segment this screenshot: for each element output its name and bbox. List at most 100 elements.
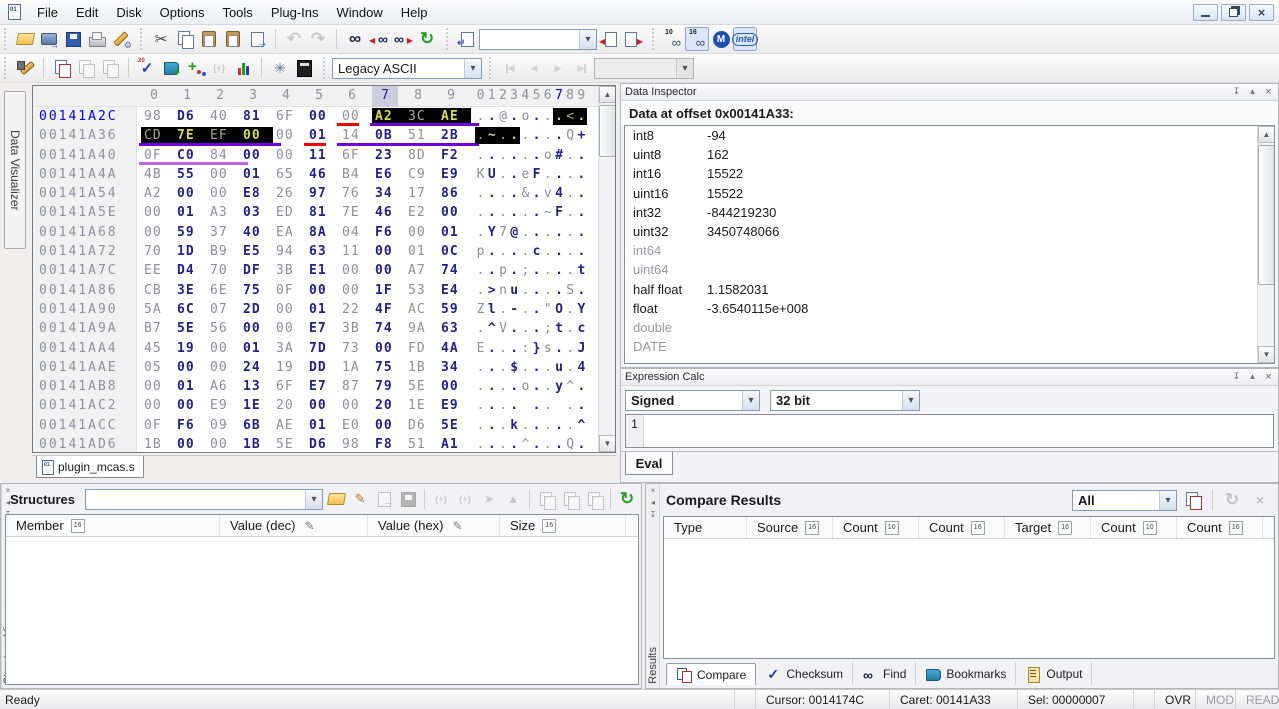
hex-byte[interactable]: 00 bbox=[141, 397, 174, 414]
ascii-char[interactable]: Y bbox=[486, 224, 497, 241]
hex-byte[interactable]: 26 bbox=[273, 185, 306, 202]
hex-byte[interactable]: 00 bbox=[306, 397, 339, 414]
goto-previous-icon[interactable] bbox=[597, 27, 621, 51]
print-icon[interactable] bbox=[85, 27, 109, 51]
ascii-char[interactable]: . bbox=[565, 320, 576, 337]
calculator-icon[interactable] bbox=[292, 56, 316, 80]
ascii-char[interactable]: . bbox=[486, 185, 497, 202]
hex-byte[interactable]: A6 bbox=[207, 378, 240, 395]
hex-byte[interactable]: 63 bbox=[438, 320, 471, 337]
ascii-char[interactable]: . bbox=[520, 359, 531, 376]
ascii-char[interactable]: . bbox=[475, 282, 486, 299]
ascii-char[interactable]: . bbox=[565, 340, 576, 357]
compare-next-icon[interactable] bbox=[98, 56, 122, 80]
motorola-byte-order-icon[interactable] bbox=[709, 27, 733, 51]
hex-byte[interactable]: 76 bbox=[339, 185, 372, 202]
ascii-char[interactable]: . bbox=[520, 282, 531, 299]
ascii-char[interactable]: . bbox=[576, 436, 587, 453]
add-structure-icon[interactable] bbox=[183, 56, 207, 80]
hex-byte[interactable]: 00 bbox=[207, 185, 240, 202]
ascii-char[interactable]: . bbox=[531, 359, 542, 376]
hex-byte[interactable]: 4B bbox=[141, 166, 174, 183]
hex-byte[interactable]: 19 bbox=[174, 340, 207, 357]
hex-byte[interactable]: AC bbox=[405, 301, 438, 318]
hex-byte[interactable]: 6F bbox=[273, 108, 306, 125]
ascii-char[interactable]: e bbox=[520, 166, 531, 183]
hex-byte[interactable]: E7 bbox=[306, 378, 339, 395]
hex-byte[interactable]: E8 bbox=[240, 185, 273, 202]
copy-member-icon[interactable] bbox=[535, 488, 557, 510]
inspector-scrollbar[interactable]: ▲ ▼ bbox=[1257, 126, 1274, 363]
ascii-char[interactable]: # bbox=[553, 147, 564, 164]
scroll-down-icon[interactable]: ▼ bbox=[1258, 346, 1275, 363]
hex-byte[interactable]: 74 bbox=[438, 262, 471, 279]
ascii-char[interactable]: Z bbox=[475, 301, 486, 318]
ascii-char[interactable]: . bbox=[576, 108, 587, 125]
ascii-char[interactable]: t bbox=[553, 320, 564, 337]
ascii-char[interactable]: . bbox=[542, 108, 553, 125]
expression-input[interactable]: 1 bbox=[625, 414, 1274, 448]
hex-byte[interactable]: 00 bbox=[240, 320, 273, 337]
hex-byte[interactable]: 23 bbox=[372, 147, 405, 164]
compare-files-icon[interactable] bbox=[50, 56, 74, 80]
hex-byte[interactable]: 70 bbox=[141, 243, 174, 260]
hex-byte[interactable]: 01 bbox=[240, 340, 273, 357]
hex-vertical-scrollbar[interactable]: ▲ ▼ bbox=[598, 86, 615, 452]
column-header-value-hex-[interactable]: Value (hex)✎ bbox=[368, 515, 500, 536]
close-icon[interactable] bbox=[1263, 371, 1274, 383]
hex-byte[interactable]: 1B bbox=[141, 436, 174, 453]
hex-byte[interactable]: E9 bbox=[438, 166, 471, 183]
hex-byte[interactable]: 51 bbox=[405, 436, 438, 453]
hex-byte[interactable]: 3A bbox=[273, 340, 306, 357]
ascii-char[interactable]: O bbox=[553, 301, 564, 318]
ascii-char[interactable]: J bbox=[576, 340, 587, 357]
column-header-size[interactable]: Size16 bbox=[500, 515, 626, 536]
ascii-char[interactable]: t bbox=[576, 262, 587, 279]
ascii-char[interactable]: . bbox=[531, 224, 542, 241]
ascii-char[interactable]: . bbox=[553, 243, 564, 260]
chevron-down-icon[interactable] bbox=[305, 490, 322, 509]
pin-icon[interactable] bbox=[1231, 86, 1242, 98]
ascii-char[interactable]: . bbox=[497, 147, 508, 164]
ascii-char[interactable]: . bbox=[520, 243, 531, 260]
compare-prev-icon[interactable] bbox=[74, 56, 98, 80]
chevron-down-icon[interactable] bbox=[902, 391, 919, 410]
hex-byte[interactable]: 87 bbox=[339, 378, 372, 395]
ascii-char[interactable]: . bbox=[520, 320, 531, 337]
hex-byte[interactable]: 05 bbox=[141, 359, 174, 376]
hex-byte[interactable]: 01 bbox=[438, 224, 471, 241]
ascii-char[interactable]: . bbox=[497, 185, 508, 202]
ascii-char[interactable]: . bbox=[531, 262, 542, 279]
ascii-char[interactable]: u bbox=[509, 282, 520, 299]
ascii-char[interactable]: . bbox=[509, 320, 520, 337]
results-tab-output[interactable]: Output bbox=[1016, 663, 1092, 685]
ascii-char[interactable]: . bbox=[497, 417, 508, 434]
ascii-char[interactable]: K bbox=[475, 166, 486, 183]
paste-icon[interactable] bbox=[197, 27, 221, 51]
hex-byte[interactable]: F6 bbox=[372, 224, 405, 241]
results-tab-bookmarks[interactable]: Bookmarks bbox=[916, 663, 1016, 685]
hex-byte[interactable]: D6 bbox=[405, 417, 438, 434]
ascii-char[interactable]: . bbox=[553, 108, 564, 125]
ascii-char[interactable]: s bbox=[542, 340, 553, 357]
ascii-char[interactable]: . bbox=[509, 166, 520, 183]
ascii-char[interactable]: . bbox=[497, 127, 508, 144]
hex-byte[interactable]: 98 bbox=[141, 108, 174, 125]
hex-byte[interactable]: EA bbox=[273, 224, 306, 241]
hex-byte[interactable]: 81 bbox=[240, 108, 273, 125]
ascii-char[interactable]: & bbox=[520, 185, 531, 202]
undo-icon[interactable] bbox=[282, 27, 306, 51]
ascii-char[interactable]: - bbox=[509, 301, 520, 318]
hex-byte[interactable]: A3 bbox=[207, 204, 240, 221]
ascii-char[interactable]: . bbox=[553, 340, 564, 357]
hex-byte[interactable]: 00 bbox=[141, 378, 174, 395]
ascii-char[interactable]: . bbox=[509, 378, 520, 395]
ascii-char[interactable]: . bbox=[576, 185, 587, 202]
structures-grid-body[interactable] bbox=[6, 537, 638, 684]
pin-icon[interactable] bbox=[1231, 371, 1242, 383]
ascii-char[interactable]: u bbox=[553, 359, 564, 376]
ascii-char[interactable]: . bbox=[542, 243, 553, 260]
export-icon[interactable] bbox=[245, 27, 269, 51]
ascii-char[interactable]: 7 bbox=[497, 224, 508, 241]
ascii-char[interactable]: . bbox=[531, 282, 542, 299]
